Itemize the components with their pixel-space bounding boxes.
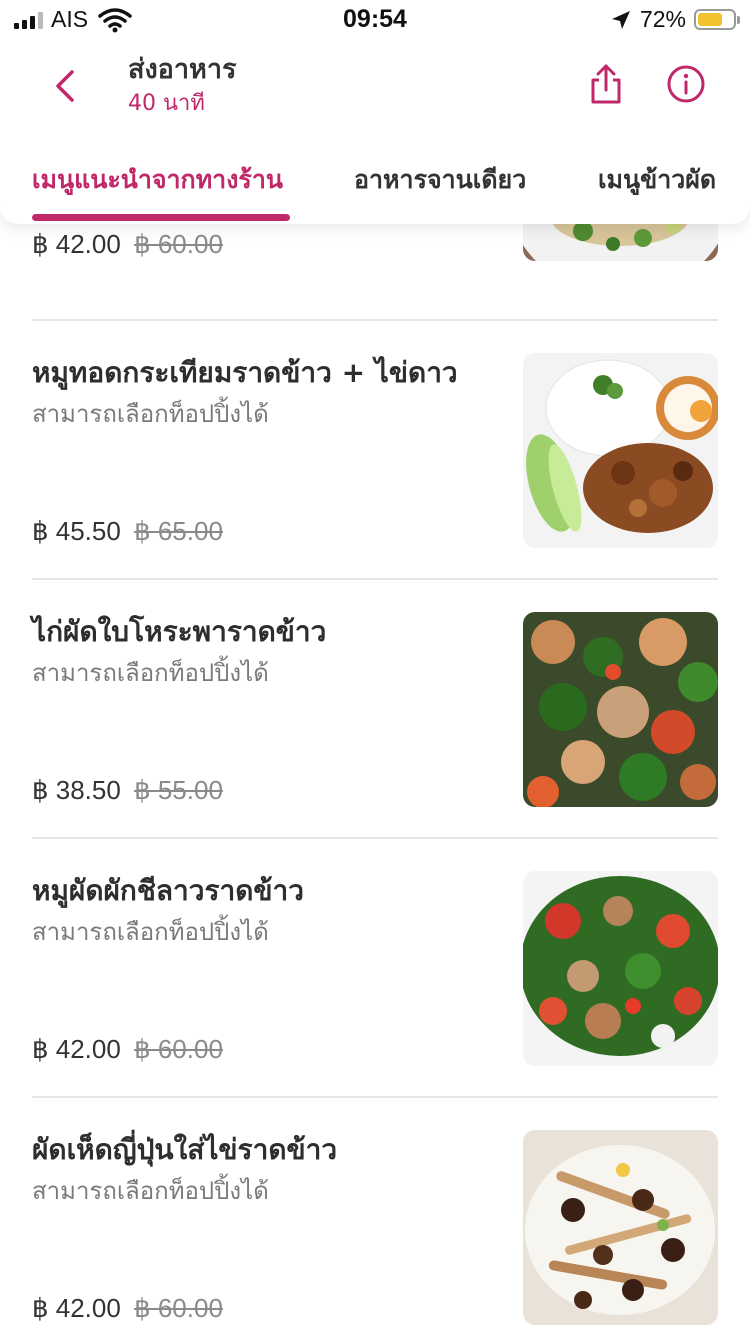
divider — [32, 1096, 718, 1098]
header: ส่งอาหาร 40 นาที เมนูแนะนำจากทางร้าน อาห… — [0, 40, 750, 224]
menu-item-description: สามารถเลือกท็อปปิ้งได้ — [32, 1177, 269, 1205]
food-photo — [523, 353, 718, 548]
delivery-time: 40 นาที — [128, 91, 205, 116]
menu-item-name: ผัดเห็ดญี่ปุ่นใส่ไข่ราดข้าว — [32, 1133, 338, 1166]
status-right: 72% — [610, 6, 740, 33]
tab-single-dish[interactable]: อาหารจานเดียว — [354, 160, 526, 200]
original-price: ฿ 65.00 — [134, 516, 223, 546]
divider — [32, 837, 718, 839]
menu-item[interactable]: ไก่ผัดใบโหระพาราดข้าว สามารถเลือกท็อปปิ้… — [0, 596, 750, 855]
food-photo — [523, 871, 718, 1066]
original-price: ฿ 60.00 — [134, 229, 223, 259]
menu-item-description: สามารถเลือกท็อปปิ้งได้ — [32, 400, 269, 428]
current-price: ฿ 42.00 — [32, 229, 121, 259]
menu-item-name: ไก่ผัดใบโหระพาราดข้าว — [32, 615, 327, 648]
divider — [32, 319, 718, 321]
current-price: ฿ 45.50 — [32, 516, 121, 546]
back-chevron-icon[interactable] — [48, 66, 84, 106]
price-row: ฿ 45.50 ฿ 65.00 — [32, 513, 223, 549]
original-price: ฿ 60.00 — [134, 1034, 223, 1064]
menu-item[interactable]: หมูผัดผักชีลาวราดข้าว สามารถเลือกท็อปปิ้… — [0, 855, 750, 1114]
page-title: ส่งอาหาร — [128, 54, 237, 85]
battery-icon — [694, 9, 740, 30]
battery-percent: 72% — [639, 6, 686, 32]
share-icon[interactable] — [586, 62, 626, 106]
divider — [32, 578, 718, 580]
title-block: ส่งอาหาร 40 นาที — [128, 52, 237, 120]
menu-item-description: สามารถเลือกท็อปปิ้งได้ — [32, 659, 269, 687]
menu-item-name: หมูผัดผักชีลาวราดข้าว — [32, 874, 305, 907]
price-row: ฿ 42.00 ฿ 60.00 — [32, 1031, 223, 1067]
current-price: ฿ 42.00 — [32, 1293, 121, 1323]
food-photo — [523, 612, 718, 807]
tab-fried-rice[interactable]: เมนูข้าวผัด — [598, 160, 716, 200]
original-price: ฿ 60.00 — [134, 1293, 223, 1323]
status-bar: AIS 09:54 72% — [0, 0, 750, 40]
menu-item-description: สามารถเลือกท็อปปิ้งได้ — [32, 918, 269, 946]
menu-item-name: หมูทอดกระเทียมราดข้าว + ไข่ดาว — [32, 356, 458, 389]
food-photo — [523, 1130, 718, 1325]
tab-recommended[interactable]: เมนูแนะนำจากทางร้าน — [32, 160, 283, 200]
price-row: ฿ 42.00 ฿ 60.00 — [32, 1290, 223, 1326]
active-tab-indicator — [32, 214, 290, 221]
current-price: ฿ 38.50 — [32, 775, 121, 805]
current-price: ฿ 42.00 — [32, 1034, 121, 1064]
screen: ฿ 42.00 ฿ 60.00 หมูทอดกระเทียมราดข้าว + … — [0, 0, 750, 1334]
info-icon[interactable] — [666, 64, 706, 104]
battery-fill — [698, 13, 723, 26]
original-price: ฿ 55.00 — [134, 775, 223, 805]
category-tabs: เมนูแนะนำจากทางร้าน อาหารจานเดียว เมนูข้… — [0, 158, 750, 224]
price-row: ฿ 38.50 ฿ 55.00 — [32, 772, 223, 808]
menu-item[interactable]: หมูทอดกระเทียมราดข้าว + ไข่ดาว สามารถเลื… — [0, 337, 750, 596]
menu-item[interactable]: ผัดเห็ดญี่ปุ่นใส่ไข่ราดข้าว สามารถเลือกท… — [0, 1114, 750, 1334]
location-arrow-icon — [611, 10, 630, 29]
price-row: ฿ 42.00 ฿ 60.00 — [32, 226, 223, 262]
